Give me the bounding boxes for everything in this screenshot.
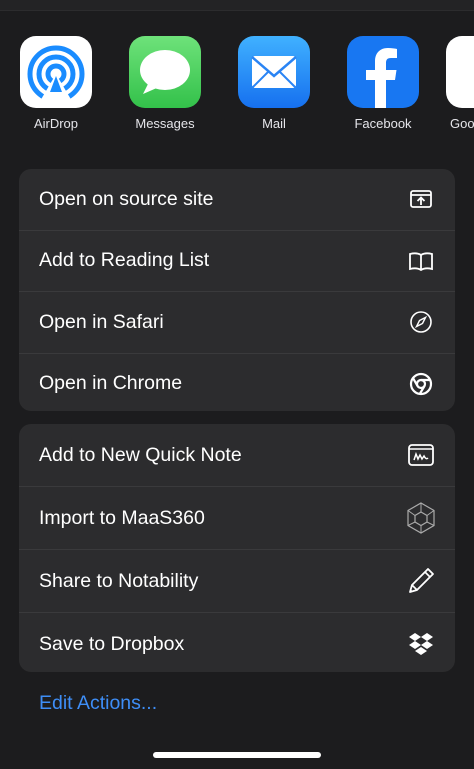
- facebook-icon: [347, 36, 419, 108]
- share-target-label: Facebook: [354, 116, 412, 131]
- share-targets-row[interactable]: AirDrop Messages Mail Facebook Goo: [0, 36, 474, 146]
- safari-compass-icon: [404, 305, 438, 339]
- messages-icon: [129, 36, 201, 108]
- action-import-to-maas360[interactable]: Import to MaaS360: [19, 487, 455, 550]
- action-save-to-dropbox[interactable]: Save to Dropbox: [19, 613, 455, 672]
- share-target-label: AirDrop: [33, 116, 79, 131]
- share-target-label: Messages: [135, 116, 195, 131]
- action-open-in-safari[interactable]: Open in Safari: [19, 292, 455, 354]
- actions-group-extensions: Add to New Quick Note Import to MaaS360 …: [19, 424, 455, 672]
- home-indicator: [153, 752, 321, 758]
- action-share-to-notability[interactable]: Share to Notability: [19, 550, 455, 613]
- mail-icon: [238, 36, 310, 108]
- share-target-messages[interactable]: Messages: [120, 36, 210, 131]
- action-label: Save to Dropbox: [39, 632, 185, 655]
- action-label: Import to MaaS360: [39, 506, 205, 529]
- share-target-label: Goo: [450, 116, 474, 131]
- share-target-mail[interactable]: Mail: [229, 36, 319, 131]
- share-target-facebook[interactable]: Facebook: [338, 36, 428, 131]
- top-divider: [0, 0, 474, 11]
- share-target-airdrop[interactable]: AirDrop: [11, 36, 101, 131]
- maas360-icon: [404, 501, 438, 535]
- open-source-icon: [404, 182, 438, 216]
- chrome-icon: [404, 367, 438, 401]
- edit-actions-link[interactable]: Edit Actions...: [39, 692, 157, 715]
- action-label: Add to New Quick Note: [39, 443, 242, 466]
- action-add-to-reading-list[interactable]: Add to Reading List: [19, 231, 455, 292]
- action-label: Open on source site: [39, 187, 214, 210]
- action-open-on-source-site[interactable]: Open on source site: [19, 169, 455, 231]
- action-label: Open in Chrome: [39, 372, 183, 395]
- action-label: Add to Reading List: [39, 249, 210, 272]
- action-open-in-chrome[interactable]: Open in Chrome: [19, 354, 455, 412]
- airdrop-icon: [20, 36, 92, 108]
- action-label: Share to Notability: [39, 569, 199, 592]
- actions-group-primary: Open on source site Add to Reading List …: [19, 169, 455, 411]
- share-target-google[interactable]: Goo: [446, 36, 474, 131]
- pencil-icon: [404, 564, 438, 598]
- reading-list-icon: [404, 244, 438, 278]
- dropbox-icon: [404, 627, 438, 661]
- action-label: Open in Safari: [39, 310, 164, 333]
- share-target-label: Mail: [262, 116, 286, 131]
- quick-note-icon: [404, 438, 438, 472]
- action-add-to-new-quick-note[interactable]: Add to New Quick Note: [19, 424, 455, 487]
- google-icon: [446, 36, 474, 108]
